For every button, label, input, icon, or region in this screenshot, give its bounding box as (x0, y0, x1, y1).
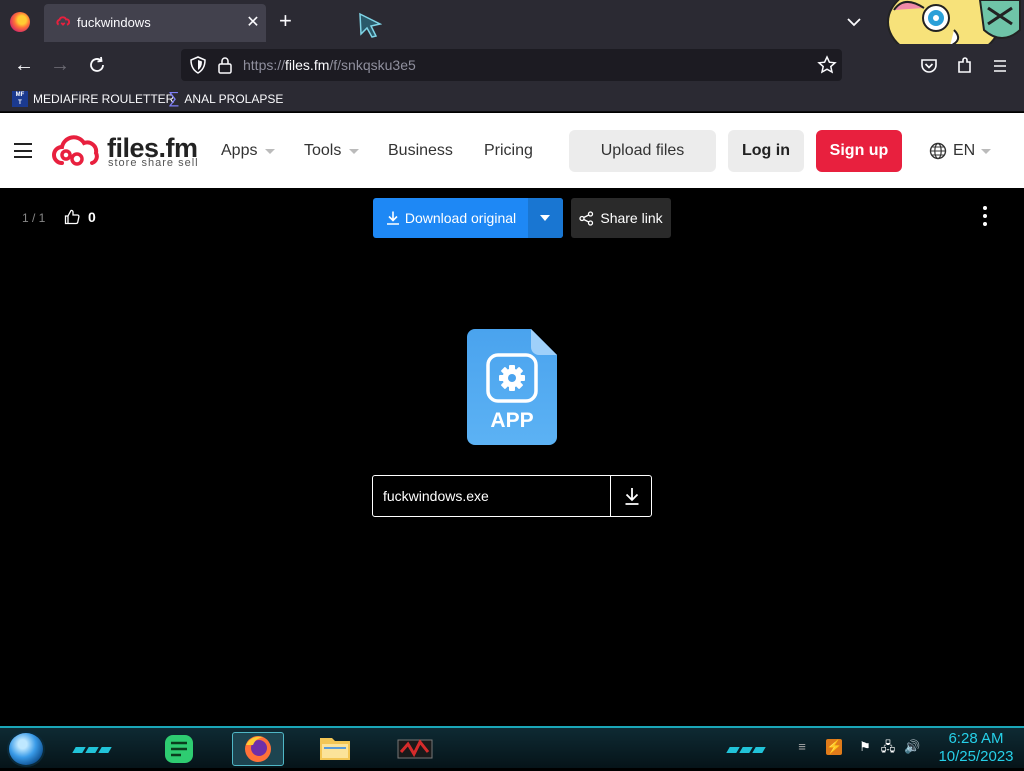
language-selector[interactable]: EN (929, 142, 992, 160)
os-taskbar: ≡ ⚡ ⚑ 🖧 🔊 6:28 AM 10/25/2023 (0, 726, 1024, 768)
taskbar-media-app[interactable] (388, 732, 444, 766)
tracking-protection-shield-icon[interactable] (189, 56, 207, 74)
download-icon (625, 488, 639, 505)
more-options-icon[interactable] (979, 206, 991, 230)
pocket-icon[interactable] (919, 56, 939, 76)
new-tab-button[interactable]: + (279, 8, 292, 34)
globe-icon (929, 142, 947, 160)
thumbs-up-icon (64, 209, 80, 225)
tray-app-icon[interactable]: ⚡ (826, 739, 842, 755)
url-text: https://files.fm/f/snkqsku3e5 (243, 57, 416, 73)
bookmark-star-icon[interactable] (817, 55, 837, 75)
taskbar-decoration (726, 740, 767, 753)
download-original-label: Download original (404, 210, 517, 226)
file-name-box: fuckwindows.exe (372, 475, 652, 517)
start-button[interactable] (7, 731, 45, 767)
app-file-type-icon: APP (467, 329, 557, 445)
mediafire-icon: MF T (12, 91, 28, 107)
site-header: files.fm store share sell Apps Tools Bus… (0, 113, 1024, 188)
like-button[interactable]: 0 (64, 209, 96, 225)
file-name: fuckwindows.exe (383, 488, 489, 504)
hamburger-menu-icon[interactable] (14, 143, 32, 158)
cursor-decoration-icon (359, 12, 382, 38)
signup-button[interactable]: Sign up (816, 130, 902, 172)
firefox-menu-icon[interactable] (10, 12, 30, 32)
share-icon (579, 210, 594, 226)
address-bar[interactable]: https://files.fm/f/snkqsku3e5 (181, 49, 842, 81)
page-counter: 1 / 1 (22, 211, 46, 225)
files-fm-favicon-icon (56, 16, 70, 26)
files-fm-logo[interactable]: files.fm store share sell (52, 133, 202, 173)
share-link-label: Share link (600, 210, 663, 226)
nav-apps-label: Apps (221, 142, 258, 159)
nav-pricing-label: Pricing (484, 142, 533, 159)
nav-business-label: Business (388, 142, 453, 159)
browser-tab[interactable]: fuckwindows ✕ (44, 4, 266, 42)
file-type-label: APP (490, 409, 533, 432)
download-options-dropdown[interactable] (528, 198, 563, 238)
download-original-button[interactable]: Download original (373, 198, 528, 238)
file-download-button[interactable] (610, 476, 652, 516)
bookmark-label: ANAL PROLAPSE (184, 92, 284, 106)
clock-time: 6:28 AM (948, 730, 1004, 747)
bookmark-mediafire-rouletter[interactable]: MF T MEDIAFIRE ROULETTER (12, 89, 174, 109)
network-icon[interactable]: 🖧 (880, 739, 896, 755)
download-icon (386, 211, 399, 225)
media-app-icon (397, 739, 433, 759)
logo-tagline: store share sell (108, 157, 199, 169)
caret-down-icon (265, 148, 276, 154)
tab-title: fuckwindows (77, 15, 151, 30)
bookmark-anal-prolapse[interactable]: ∑ ANAL PROLAPSE (168, 89, 283, 109)
download-original-button-group: Download original (373, 198, 563, 238)
extensions-icon[interactable] (955, 56, 975, 76)
folder-icon (320, 738, 350, 760)
app-menu-icon[interactable] (990, 56, 1010, 76)
bookmarks-toolbar: MF T MEDIAFIRE ROULETTER ∑ ANAL PROLAPSE (0, 86, 1024, 112)
like-count: 0 (88, 209, 96, 225)
reload-icon[interactable] (86, 54, 108, 76)
show-hidden-icons-icon[interactable]: ≡ (794, 739, 810, 755)
cloud-logo-icon (52, 135, 99, 166)
taskbar-file-explorer-app[interactable] (310, 732, 362, 766)
file-viewer: 1 / 1 0 Download original Share link APP… (0, 188, 1024, 726)
browser-tab-bar: fuckwindows ✕ + (0, 0, 1024, 61)
volume-icon[interactable]: 🔊 (904, 739, 920, 755)
firefox-icon (245, 736, 271, 762)
bookmark-label: MEDIAFIRE ROULETTER (33, 92, 175, 106)
clock-date: 10/25/2023 (938, 748, 1014, 765)
close-tab-icon[interactable]: ✕ (244, 12, 262, 32)
share-link-button[interactable]: Share link (571, 198, 671, 238)
nav-pricing[interactable]: Pricing (484, 142, 533, 160)
lock-icon[interactable] (217, 56, 233, 74)
sigma-icon: ∑ (168, 90, 180, 107)
nav-tools-label: Tools (304, 142, 342, 159)
browser-nav-bar: ← → https://files.fm/f/snkqsku3e5 (0, 44, 1024, 86)
chevron-down-icon[interactable] (844, 12, 864, 32)
language-label: EN (953, 142, 976, 159)
system-clock[interactable]: 6:28 AM 10/25/2023 (932, 730, 1020, 766)
nav-business[interactable]: Business (388, 142, 453, 160)
login-button[interactable]: Log in (728, 130, 804, 172)
upload-files-button[interactable]: Upload files (569, 130, 716, 172)
caret-down-icon (981, 148, 992, 154)
taskbar-notes-app[interactable] (160, 732, 198, 766)
nav-apps[interactable]: Apps (221, 142, 276, 160)
taskbar-decoration (72, 740, 113, 753)
action-center-flag-icon[interactable]: ⚑ (857, 739, 873, 755)
notes-app-icon (165, 735, 193, 763)
caret-down-icon (349, 148, 360, 154)
taskbar-firefox-app[interactable] (232, 732, 284, 766)
forward-arrow-icon[interactable]: → (49, 54, 71, 76)
back-arrow-icon[interactable]: ← (13, 54, 35, 76)
nav-tools[interactable]: Tools (304, 142, 360, 160)
